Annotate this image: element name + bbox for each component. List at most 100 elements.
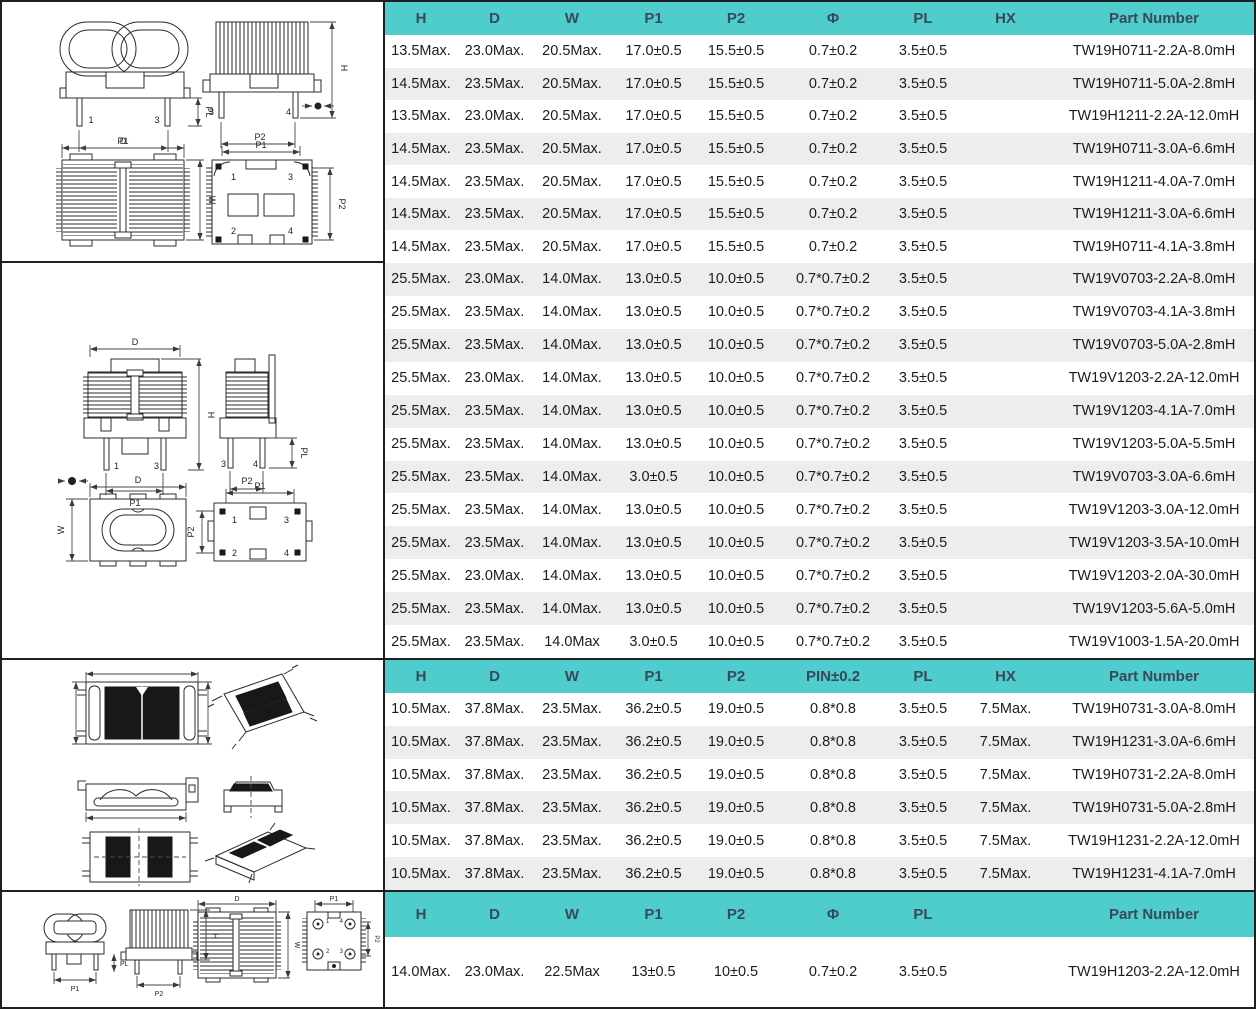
part-number-cell: TW19V1203-3.5A-10.0mH xyxy=(1054,535,1254,551)
table-cell: 13±0.5 xyxy=(612,964,695,980)
table-cell: 14.0Max. xyxy=(385,964,457,980)
phi-dot xyxy=(315,103,322,110)
table-cell: 0.7*0.7±0.2 xyxy=(777,469,889,485)
table-cell: 13.5Max. xyxy=(385,43,457,59)
table-cell: 3.5±0.5 xyxy=(889,866,957,882)
dim-label: P2 xyxy=(155,991,164,998)
table-cell: 20.5Max. xyxy=(532,239,612,255)
dim-label: PL xyxy=(120,961,129,968)
table-cell: 7.5Max. xyxy=(957,734,1054,750)
technical-drawing-panel-1: 1 3 P1 PL 3 4 xyxy=(2,2,385,263)
table-cell: 14.0Max. xyxy=(532,502,612,518)
column-header: PL xyxy=(889,10,957,27)
pin-label: 1 xyxy=(231,172,236,182)
table-cell: 10.0±0.5 xyxy=(695,601,777,617)
table-cell: 23.5Max. xyxy=(457,206,532,222)
part-number-cell: TW19H0711-5.0A-2.8mH xyxy=(1054,76,1254,92)
datasheet-page: 1 3 P1 PL 3 4 xyxy=(0,0,1256,1009)
table-body: 10.5Max.37.8Max.23.5Max.36.2±0.519.0±0.5… xyxy=(385,693,1254,890)
table-cell: 15.5±0.5 xyxy=(695,108,777,124)
table-cell: 0.7*0.7±0.2 xyxy=(777,535,889,551)
pin-label: 3 xyxy=(284,515,289,525)
table-cell: 0.7±0.2 xyxy=(777,239,889,255)
table-cell: 13.0±0.5 xyxy=(612,502,695,518)
dim-label: D xyxy=(132,337,139,347)
pin-label: 2 xyxy=(326,949,330,955)
table-cell: 19.0±0.5 xyxy=(695,734,777,750)
spec-table-section-3: HDWP1P2PIN±0.2PLHXPart Number10.5Max.37.… xyxy=(385,660,1254,890)
dim-label: H xyxy=(206,412,216,419)
dim-label: H xyxy=(339,65,349,72)
table-cell: 36.2±0.5 xyxy=(612,833,695,849)
table-cell: 13.0±0.5 xyxy=(612,370,695,386)
table-row: 25.5Max.23.5Max.14.0Max.13.0±0.510.0±0.5… xyxy=(385,296,1254,329)
column-header: H xyxy=(385,668,457,685)
table-cell: 3.0±0.5 xyxy=(612,634,695,650)
table-cell: 3.5±0.5 xyxy=(889,141,957,157)
part-number-cell: TW19V1203-5.0A-5.5mH xyxy=(1054,436,1254,452)
table-cell: 19.0±0.5 xyxy=(695,767,777,783)
table-cell: 10.5Max. xyxy=(385,701,457,717)
table-row: 14.5Max.23.5Max.20.5Max.17.0±0.515.5±0.5… xyxy=(385,68,1254,101)
part-number-cell: TW19H0711-3.0A-6.6mH xyxy=(1054,141,1254,157)
technical-drawing-panel-3 xyxy=(2,660,385,890)
table-cell: 19.0±0.5 xyxy=(695,866,777,882)
section-band-2: D 1 3 xyxy=(2,263,1254,658)
pin-label: 1 xyxy=(326,919,330,925)
column-header: HX xyxy=(957,668,1054,685)
table-cell: 15.5±0.5 xyxy=(695,76,777,92)
table-cell: 25.5Max. xyxy=(385,304,457,320)
table-cell: 0.7*0.7±0.2 xyxy=(777,502,889,518)
table-cell: 0.7*0.7±0.2 xyxy=(777,271,889,287)
table-cell: 17.0±0.5 xyxy=(612,141,695,157)
section-band-3: HDWP1P2PIN±0.2PLHXPart Number10.5Max.37.… xyxy=(2,658,1254,890)
pin-label: 1 xyxy=(232,515,237,525)
part-number-cell: TW19V0703-5.0A-2.8mH xyxy=(1054,337,1254,353)
dim-label: PL xyxy=(299,447,309,458)
table-cell: 14.5Max. xyxy=(385,239,457,255)
table-cell: 14.0Max xyxy=(532,634,612,650)
table-cell: 23.5Max. xyxy=(532,734,612,750)
table-cell: 0.8*0.8 xyxy=(777,734,889,750)
table-cell: 25.5Max. xyxy=(385,370,457,386)
dim-label: P2 xyxy=(373,935,379,943)
table-cell: 10.0±0.5 xyxy=(695,304,777,320)
table-cell: 0.7±0.2 xyxy=(777,206,889,222)
side-view: 3 4 H P2 xyxy=(203,22,349,148)
part-number-cell: TW19H1211-3.0A-6.6mH xyxy=(1054,206,1254,222)
table-cell: 14.5Max. xyxy=(385,76,457,92)
table-cell: 25.5Max. xyxy=(385,502,457,518)
top-view xyxy=(72,672,212,744)
table-cell: 10.5Max. xyxy=(385,800,457,816)
table-row: 10.5Max.37.8Max.23.5Max.36.2±0.519.0±0.5… xyxy=(385,693,1254,726)
table-cell: 13.0±0.5 xyxy=(612,535,695,551)
table-cell: 14.5Max. xyxy=(385,174,457,190)
table-cell: 37.8Max. xyxy=(457,866,532,882)
spec-table-section-1: HDWP1P2ΦPLHXPart Number13.5Max.23.0Max.2… xyxy=(385,2,1254,263)
pin-label: 2 xyxy=(231,226,236,236)
table-cell: 3.5±0.5 xyxy=(889,403,957,419)
column-header: P2 xyxy=(695,668,777,685)
top-view: D W xyxy=(56,475,186,566)
part-number-cell: TW19V0703-2.2A-8.0mH xyxy=(1054,271,1254,287)
table-cell: 20.5Max. xyxy=(532,174,612,190)
dim-label: P1 xyxy=(330,896,339,903)
table-cell: 3.5±0.5 xyxy=(889,601,957,617)
table-cell: 23.5Max. xyxy=(457,239,532,255)
drawing-lowprofile-choke: P1 PL P2 H xyxy=(2,892,383,1007)
table-body: 25.5Max.23.0Max.14.0Max.13.0±0.510.0±0.5… xyxy=(385,263,1254,658)
drawing-vertical-choke: D 1 3 xyxy=(2,263,383,658)
table-cell: 13.0±0.5 xyxy=(612,568,695,584)
table-cell: 36.2±0.5 xyxy=(612,734,695,750)
table-cell: 0.8*0.8 xyxy=(777,866,889,882)
table-cell: 23.0Max. xyxy=(457,370,532,386)
table-cell: 10.0±0.5 xyxy=(695,337,777,353)
table-cell: 3.5±0.5 xyxy=(889,174,957,190)
column-header-part-number: Part Number xyxy=(1054,10,1254,27)
table-cell: 23.5Max. xyxy=(532,767,612,783)
table-cell: 13.0±0.5 xyxy=(612,271,695,287)
table-cell: 36.2±0.5 xyxy=(612,800,695,816)
table-cell: 3.5±0.5 xyxy=(889,76,957,92)
table-cell: 17.0±0.5 xyxy=(612,174,695,190)
bottom-view xyxy=(82,828,198,886)
